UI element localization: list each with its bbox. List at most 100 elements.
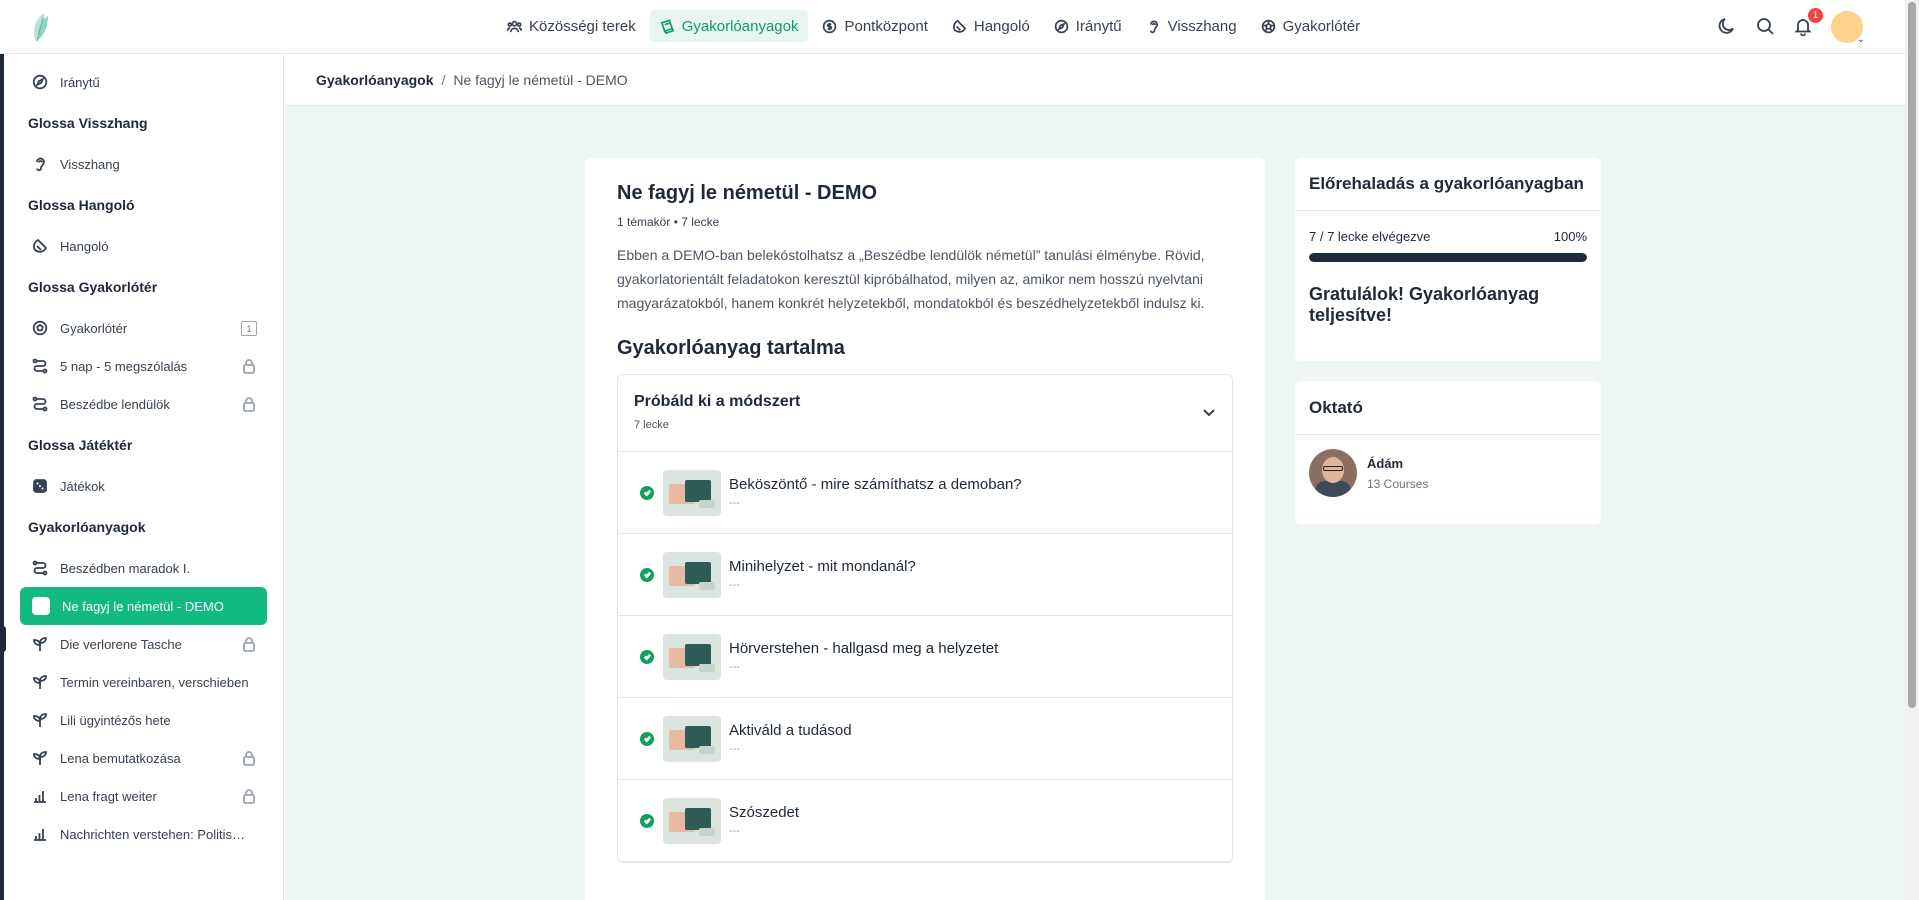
sidebar-item-beszedbe-lendulok[interactable]: Beszédbe lendülök <box>20 385 267 423</box>
lock-icon <box>243 397 255 412</box>
lesson-item[interactable]: Aktiváld a tudásod --- <box>618 698 1232 780</box>
page-scrollbar[interactable] <box>1905 0 1919 900</box>
search-button[interactable] <box>1755 16 1777 38</box>
progress-congrats: Gratulálok! Gyakorlóanyag teljesítve! <box>1309 284 1540 325</box>
sidebar-item-label: Lena bemutatkozása <box>60 750 181 766</box>
top-bar: Közösségi terek Gyakorlóanyagok Pontközp… <box>0 0 1905 54</box>
lesson-thumbnail <box>663 797 721 844</box>
sidebar-section-title: Glossa Játéktér <box>28 437 133 453</box>
lock-icon <box>243 751 255 766</box>
sidebar-item-label: 5 nap - 5 megszólalás <box>60 358 188 374</box>
user-avatar[interactable]: ⌄ <box>1831 11 1865 45</box>
instructor-title: Oktató <box>1295 381 1601 435</box>
main-content: Gyakorlóanyagok / Ne fagyj le németül - … <box>285 55 1905 900</box>
sidebar-item-label: Beszédben maradok I. <box>60 560 191 576</box>
sidebar-item-die-verlorene-tasche[interactable]: Die verlorene Tasche <box>20 625 267 663</box>
topic-accordion: Próbáld ki a módszert 7 lecke Beköszöntő… <box>617 374 1233 863</box>
lesson-subtitle: --- <box>729 497 740 509</box>
active-item-marker <box>0 626 6 652</box>
sidebar-section-title: Glossa Gyakorlótér <box>28 279 158 295</box>
nav-label: Iránytű <box>1075 17 1122 35</box>
nav-label: Hangoló <box>973 17 1030 35</box>
lesson-item[interactable]: Minihelyzet - mit mondanál? --- <box>618 534 1232 616</box>
sidebar-item-lili-ugyintezos-hete[interactable]: Lili ügyintézős hete <box>20 701 267 739</box>
sidebar-item-visszhang[interactable]: Visszhang <box>20 145 267 183</box>
instructor-avatar[interactable] <box>1309 449 1357 497</box>
sidebar-item-label: Gyakorlótér <box>60 320 128 336</box>
topic-name: Próbáld ki a módszert <box>634 393 801 410</box>
lesson-title: Minihelyzet - mit mondanál? <box>729 558 916 575</box>
ear-icon <box>1149 20 1158 33</box>
route-icon <box>32 560 48 576</box>
sidebar-item-iranytu[interactable]: Iránytű <box>20 63 267 101</box>
notification-badge: 1 <box>1808 8 1823 23</box>
ball-icon <box>1261 19 1275 33</box>
notifications-button[interactable]: 1 <box>1793 8 1823 38</box>
topic-header[interactable]: Próbáld ki a módszert 7 lecke <box>618 375 1232 452</box>
tuner-icon <box>952 19 967 33</box>
nav-label: Gyakorlótér <box>1282 17 1361 35</box>
scrollbar-thumb[interactable] <box>1908 2 1916 708</box>
theme-toggle-button[interactable] <box>1717 16 1739 38</box>
nav-iranytu[interactable]: Iránytű <box>1044 10 1132 42</box>
course-card: Ne fagyj le németül - DEMO 1 témakör • 7… <box>585 158 1265 900</box>
nav-hangolo[interactable]: Hangoló <box>942 10 1040 42</box>
sidebar-item-5-nap[interactable]: 5 nap - 5 megszólalás <box>20 347 267 385</box>
sidebar-item-lena-bemutatkozasa[interactable]: Lena bemutatkozása <box>20 739 267 777</box>
sidebar-item-termin-vereinbaren[interactable]: Termin vereinbaren, verschieben <box>20 663 267 701</box>
compass-icon <box>32 74 48 90</box>
nav-label: Gyakorlóanyagok <box>681 17 799 35</box>
count-badge: 1 <box>241 321 257 336</box>
main-nav: Közösségi terek Gyakorlóanyagok Pontközp… <box>497 10 1370 44</box>
topic-lesson-count: 7 lecke <box>634 419 669 431</box>
lesson-item[interactable]: Beköszöntő - mire számíthatsz a demoban?… <box>618 452 1232 534</box>
sprout-icon <box>33 751 47 765</box>
lesson-thumbnail <box>663 633 721 680</box>
nav-kozossegi-terek[interactable]: Közösségi terek <box>497 10 646 42</box>
breadcrumb: Gyakorlóanyagok / Ne fagyj le németül - … <box>285 55 1905 106</box>
points-icon <box>823 19 837 33</box>
sidebar-item-beszedben-maradok[interactable]: Beszédben maradok I. <box>20 549 267 587</box>
nav-gyakorloanyagok[interactable]: Gyakorlóanyagok <box>649 10 809 42</box>
progress-row: 7 / 7 lecke elvégezve 100% <box>1295 229 1601 244</box>
instructor-course-count: 13 Courses <box>1367 476 1429 491</box>
sidebar-item-nachrichten-verstehen[interactable]: Nachrichten verstehen: Politisches <box>20 815 267 853</box>
lesson-thumbnail <box>663 551 721 598</box>
lock-icon <box>243 359 255 374</box>
nav-label: Pontközpont <box>844 17 928 35</box>
progress-card: Előrehaladás a gyakorlóanyagban 7 / 7 le… <box>1295 158 1601 361</box>
breadcrumb-root-link[interactable]: Gyakorlóanyagok <box>316 72 434 88</box>
sidebar-item-label: Visszhang <box>60 156 120 172</box>
lock-icon <box>243 637 255 652</box>
nav-pontkozpont[interactable]: Pontközpont <box>812 10 937 42</box>
sidebar-item-ne-fagyj-le-demo[interactable]: Ne fagyj le németül - DEMO <box>20 587 267 625</box>
sidebar-section-title: Glossa Hangoló <box>28 197 135 213</box>
sidebar-item-jatekok[interactable]: Játékok <box>20 467 267 505</box>
course-title: Ne fagyj le németül - DEMO <box>617 182 878 204</box>
sprout-icon <box>33 675 47 689</box>
lesson-subtitle: --- <box>729 661 740 673</box>
sidebar-item-gyakorloter[interactable]: Gyakorlótér 1 <box>20 309 267 347</box>
course-meta: 1 témakör • 7 lecke <box>617 215 720 229</box>
bar-chart-icon <box>34 829 46 841</box>
sidebar-item-hangolo[interactable]: Hangoló <box>20 227 267 265</box>
progress-title: Előrehaladás a gyakorlóanyagban <box>1295 158 1601 211</box>
sidebar-item-label: Lena fragt weiter <box>60 788 157 804</box>
community-icon <box>507 20 522 32</box>
nav-gyakorloter[interactable]: Gyakorlótér <box>1251 10 1371 42</box>
logo-icon[interactable] <box>26 10 56 44</box>
lesson-item[interactable]: Szószedet --- <box>618 780 1232 862</box>
progress-bar-fill <box>1309 253 1587 262</box>
sidebar-item-label: Beszédbe lendülök <box>60 396 170 412</box>
sidebar: Iránytű Glossa Visszhang Visszhang Gloss… <box>4 55 284 900</box>
lesson-title: Beköszöntő - mire számíthatsz a demoban? <box>729 476 1022 493</box>
check-icon <box>640 485 654 500</box>
search-icon <box>1757 18 1774 35</box>
lesson-item[interactable]: Hörverstehen - hallgasd meg a helyzetet … <box>618 616 1232 698</box>
progress-done-label: 7 / 7 lecke elvégezve <box>1309 229 1431 244</box>
nav-visszhang[interactable]: Visszhang <box>1136 10 1247 42</box>
sidebar-item-lena-fragt-weiter[interactable]: Lena fragt weiter <box>20 777 267 815</box>
sprout-icon <box>33 713 47 727</box>
nav-label: Visszhang <box>1167 17 1237 35</box>
instructor-name[interactable]: Ádám <box>1367 456 1428 471</box>
